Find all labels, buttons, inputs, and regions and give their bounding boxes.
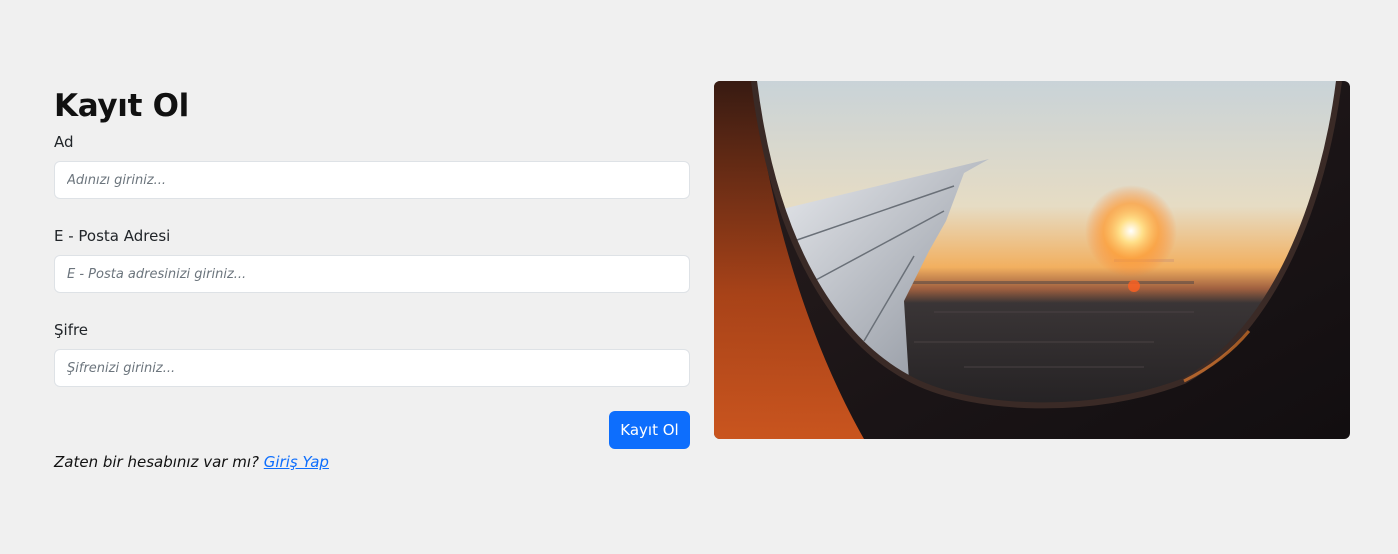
email-input[interactable]	[54, 255, 690, 293]
login-prompt-text: Zaten bir hesabınız var mı?	[54, 453, 264, 471]
login-link[interactable]: Giriş Yap	[264, 453, 329, 471]
name-label: Ad	[54, 133, 74, 151]
airplane-window-image	[714, 81, 1350, 439]
register-button[interactable]: Kayıt Ol	[609, 411, 690, 449]
page-title: Kayıt Ol	[54, 88, 190, 124]
login-prompt-line: Zaten bir hesabınız var mı? Giriş Yap	[54, 452, 329, 472]
register-page: Kayıt Ol Ad E - Posta Adresi Şifre Kayıt…	[0, 0, 1398, 554]
password-label: Şifre	[54, 321, 89, 339]
name-input[interactable]	[54, 161, 690, 199]
password-input[interactable]	[54, 349, 690, 387]
email-label: E - Posta Adresi	[54, 227, 171, 245]
register-form: Kayıt Ol Ad E - Posta Adresi Şifre Kayıt…	[54, 86, 690, 471]
